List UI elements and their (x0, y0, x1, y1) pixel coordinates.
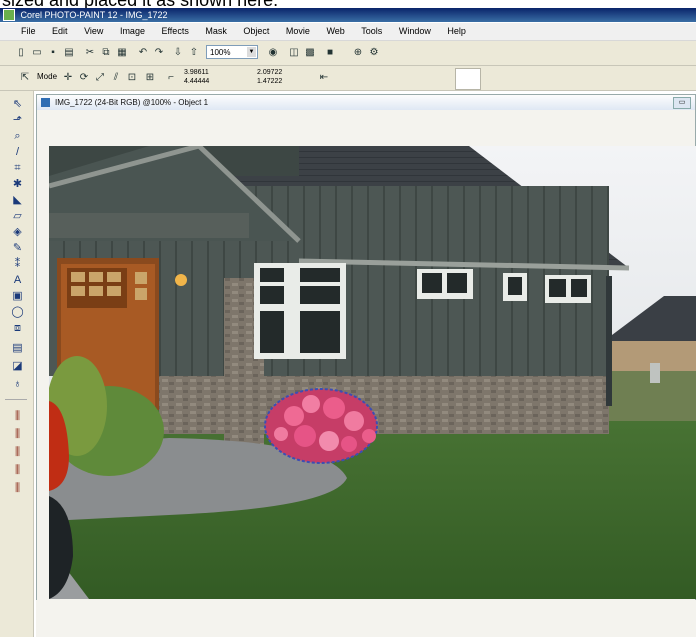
object-icon[interactable]: ▩ (302, 45, 318, 61)
clone-icon[interactable]: ◈ (10, 225, 25, 240)
crop-icon[interactable]: ⌗ (10, 161, 25, 176)
perspective-mode-icon[interactable]: ⊞ (142, 70, 158, 86)
script-icon-4[interactable]: ⫼ (10, 463, 25, 478)
script-icon-3[interactable]: ⫼ (10, 445, 25, 460)
menu-image[interactable]: Image (113, 23, 152, 40)
paste-icon[interactable]: ▦ (114, 45, 130, 61)
zoom-level-select[interactable]: 100% ▼ (206, 45, 258, 59)
brush-icon[interactable]: ✱ (10, 177, 25, 192)
app-icon (3, 9, 15, 21)
redo-icon[interactable]: ↷ (151, 45, 167, 61)
height-field[interactable]: 1.47222 (257, 77, 282, 86)
bulb-icon[interactable]: ♁ (10, 377, 25, 392)
ellipse-icon[interactable]: ◯ (10, 305, 25, 320)
minimize-icon[interactable]: ▭ (673, 97, 691, 109)
menu-bar: File Edit View Image Effects Mask Object… (0, 23, 696, 41)
mask-icon[interactable]: ◫ (286, 45, 302, 61)
toolbox-divider (5, 399, 27, 400)
menu-movie[interactable]: Movie (279, 23, 317, 40)
script-icon-2[interactable]: ⫼ (10, 427, 25, 442)
menu-object[interactable]: Object (236, 23, 276, 40)
house-photo (49, 146, 696, 599)
import-icon[interactable]: ⇩ (170, 45, 186, 61)
eyedropper-icon[interactable]: / (10, 145, 25, 160)
anchor-icon[interactable]: ⌐ (163, 70, 179, 86)
view-icon[interactable]: ◉ (265, 45, 281, 61)
new-file-icon[interactable]: ▯ (13, 45, 29, 61)
menu-web[interactable]: Web (319, 23, 351, 40)
document-title: IMG_1722 (24-Bit RGB) @100% - Object 1 (55, 98, 209, 107)
dropper-icon[interactable]: ⁑ (10, 257, 25, 272)
menu-effects[interactable]: Effects (154, 23, 195, 40)
export-icon[interactable]: ⇧ (186, 45, 202, 61)
menu-file[interactable]: File (0, 23, 43, 40)
menu-mask[interactable]: Mask (198, 23, 234, 40)
app-title: Corel PHOTO-PAINT 12 - IMG_1722 (20, 10, 168, 20)
mode-label: Mode (37, 72, 58, 81)
document-titlebar: IMG_1722 (24-Bit RGB) @100% - Object 1 ▭ (37, 95, 695, 110)
cut-icon[interactable]: ✂ (82, 45, 98, 61)
pick-tool-icon[interactable]: ⇖ (10, 97, 25, 112)
color-swatch-icon[interactable]: ◪ (10, 359, 25, 374)
script-icon-1[interactable]: ⫼ (10, 409, 25, 424)
eraser-icon[interactable]: ▱ (10, 209, 25, 224)
script-icon-5[interactable]: ⫼ (10, 481, 25, 496)
save-icon[interactable]: ▪ (45, 45, 61, 61)
effect-tool-icon[interactable]: ✎ (10, 241, 25, 256)
rotate-mode-icon[interactable]: ⟳ (76, 70, 92, 86)
y-position-field[interactable]: 4.44444 (184, 77, 209, 86)
skew-mode-icon[interactable]: ⫽ (108, 70, 124, 86)
zoom-level-value: 100% (210, 48, 231, 57)
shape-tool-icon[interactable]: ⬏ (10, 113, 25, 128)
menu-tools[interactable]: Tools (354, 23, 389, 40)
preview-box (455, 68, 481, 90)
chevron-down-icon: ▼ (247, 47, 256, 57)
menu-help[interactable]: Help (440, 23, 473, 40)
position-mode-icon[interactable]: ✛ (60, 70, 76, 86)
document-icon (41, 98, 50, 107)
launcher-icon[interactable]: ⊕ (350, 45, 366, 61)
toolbox: ⇖ ⬏ ⌕ / ⌗ ✱ ◣ ▱ ◈ ✎ ⁑ A ▣ ◯ ⧈ ▤ ◪ ♁ ⫼ ⫼ … (0, 91, 34, 637)
image-canvas[interactable] (49, 146, 696, 599)
menu-window[interactable]: Window (392, 23, 438, 40)
undo-icon[interactable]: ↶ (135, 45, 151, 61)
property-bar: ⇱ Mode ✛ ⟳ ⤢ ⫽ ⊡ ⊞ ⌐ 3.98611 4.44444 2.0… (0, 66, 696, 91)
open-file-icon[interactable]: ▭ (29, 45, 45, 61)
standard-toolbar: ▯ ▭ ▪ ▤ ✂ ⧉ ▦ ↶ ↷ ⇩ ⇧ 100% ▼ ◉ ◫ ▩ ■ ⊕ ⚙ (0, 41, 696, 66)
scale-mode-icon[interactable]: ⤢ (92, 70, 108, 86)
zoom-tool-icon[interactable]: ⌕ (10, 129, 25, 144)
color-icon[interactable]: ■ (322, 45, 338, 61)
object-tool-icon[interactable]: ⧈ (10, 321, 25, 336)
menu-edit[interactable]: Edit (45, 23, 75, 40)
text-icon[interactable]: A (10, 273, 25, 288)
width-field[interactable]: 2.09722 (257, 68, 282, 77)
menu-view[interactable]: View (77, 23, 110, 40)
app-titlebar: Corel PHOTO-PAINT 12 - IMG_1722 (0, 8, 696, 22)
gradient-icon[interactable]: ▤ (10, 341, 25, 356)
rectangle-icon[interactable]: ▣ (10, 289, 25, 304)
apply-icon[interactable]: ⇤ (316, 70, 332, 86)
x-position-field[interactable]: 3.98611 (184, 68, 209, 77)
print-icon[interactable]: ▤ (61, 45, 77, 61)
copy-icon[interactable]: ⧉ (98, 45, 114, 61)
options-icon[interactable]: ⚙ (366, 45, 382, 61)
arrow-cursor-icon[interactable]: ⇱ (17, 70, 33, 86)
flower-object (264, 388, 378, 464)
fill-icon[interactable]: ◣ (10, 193, 25, 208)
canvas-bottom-margin (36, 600, 696, 637)
distort-mode-icon[interactable]: ⊡ (124, 70, 140, 86)
